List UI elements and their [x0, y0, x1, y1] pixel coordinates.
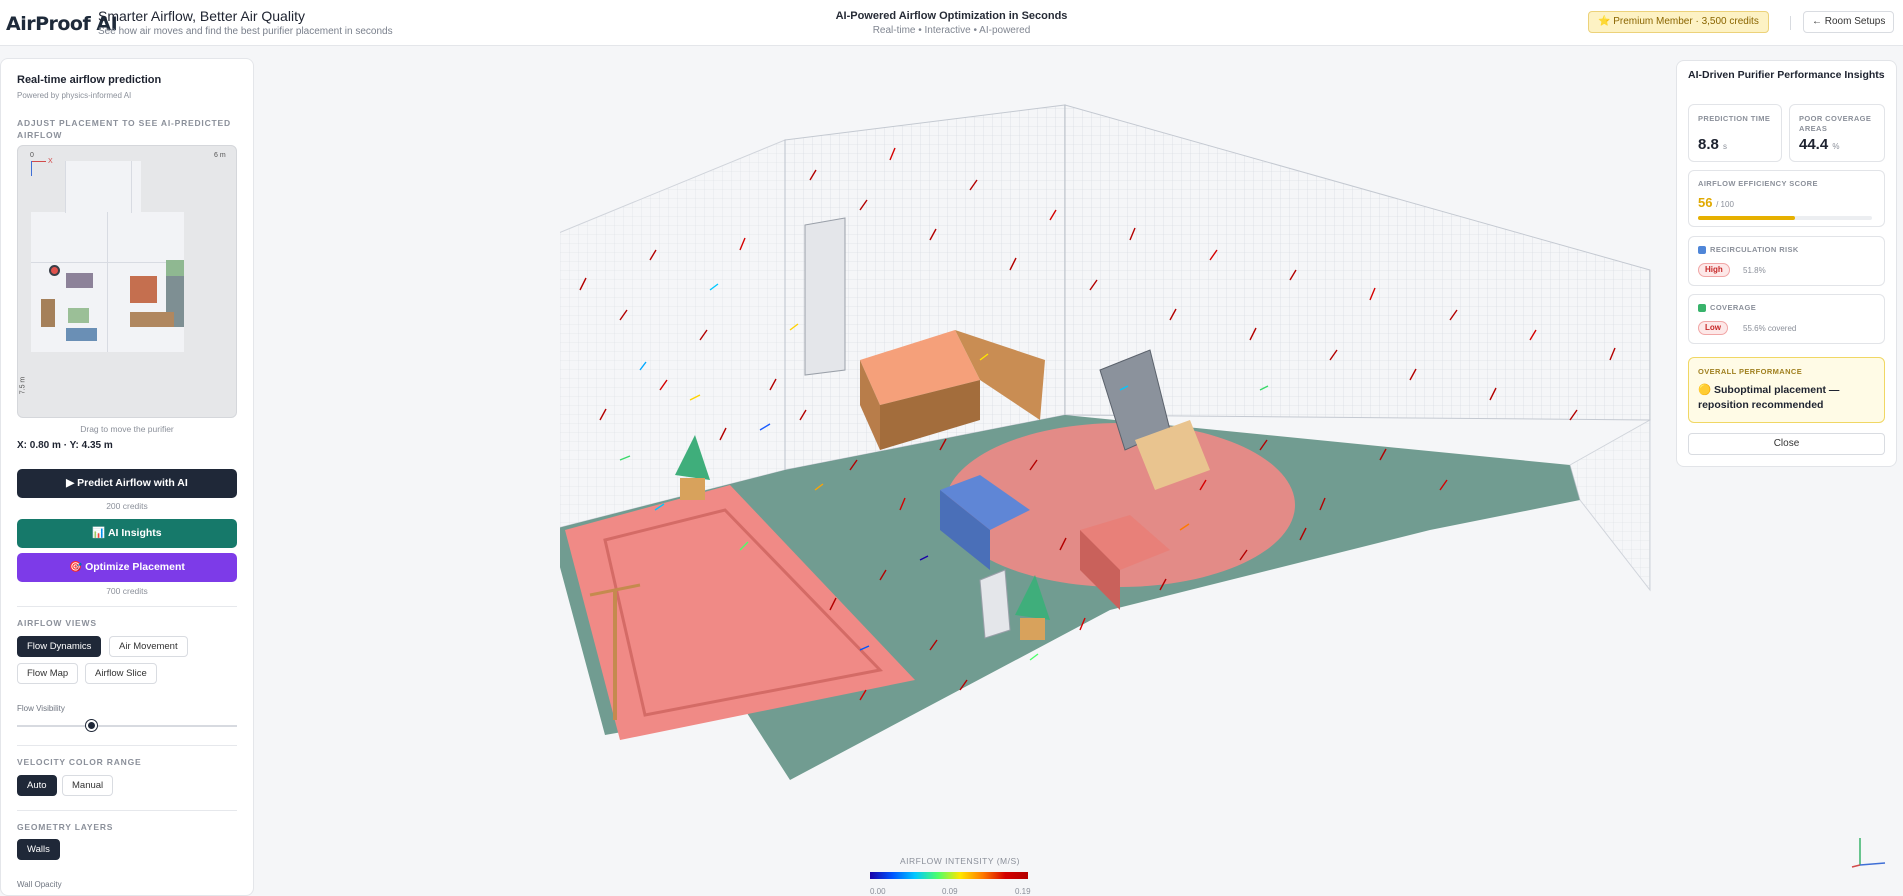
- floorplan-gridline: [131, 161, 132, 213]
- left-wall: [560, 139, 786, 528]
- recirculation-note: 51.8%: [1743, 266, 1766, 275]
- recirculation-icon: [1698, 246, 1706, 254]
- ai-insights-button[interactable]: 📊 AI Insights: [17, 519, 237, 548]
- coverage-card: [1688, 294, 1885, 344]
- header-divider: [1790, 16, 1791, 30]
- purifier-coordinates: X: 0.80 m · Y: 4.35 m: [17, 440, 113, 451]
- view-flow-dynamics[interactable]: Flow Dynamics: [17, 636, 102, 657]
- efficiency-score: 56 / 100: [1698, 195, 1734, 210]
- efficiency-label: AIRFLOW EFFICIENCY SCORE: [1698, 179, 1818, 188]
- floorplan-chair: [68, 308, 89, 323]
- floorplan-cabinet: [41, 299, 55, 327]
- placement-label: ADJUST PLACEMENT TO SEE AI-PREDICTED AIR…: [17, 118, 231, 140]
- optimize-placement-button[interactable]: 🎯 Optimize Placement: [17, 553, 237, 582]
- legend-tick-max: 0.19: [1015, 887, 1031, 896]
- view-flow-map[interactable]: Flow Map: [17, 663, 79, 684]
- floorplan-table: [130, 276, 157, 303]
- poor-coverage-value: 44.4 %: [1799, 136, 1840, 153]
- velocity-manual-option[interactable]: Manual: [62, 775, 114, 796]
- prediction-time-value: 8.8 s: [1698, 136, 1728, 153]
- legend-title: AIRFLOW INTENSITY (M/S): [900, 856, 1020, 866]
- fridge: [804, 217, 846, 376]
- view-air-movement[interactable]: Air Movement: [109, 636, 188, 657]
- premium-badge[interactable]: ⭐ Premium Member · 3,500 credits: [1588, 11, 1769, 33]
- floorplan-sofa: [66, 273, 93, 288]
- prediction-time-label: PREDICTION TIME: [1698, 114, 1771, 123]
- layer-walls[interactable]: Walls: [17, 839, 60, 860]
- airflow-3d-viewport[interactable]: [560, 90, 1690, 810]
- legend-color-bar: [870, 872, 1028, 879]
- prediction-time-card: [1688, 104, 1782, 162]
- floorplan-plant: [166, 260, 184, 276]
- floorplan-bench: [66, 328, 97, 341]
- coverage-note: 55.6% covered: [1743, 324, 1797, 333]
- room-setups-button[interactable]: ← Room Setups: [1803, 11, 1895, 33]
- floorplan-room-upper: [65, 161, 141, 213]
- overall-performance-text: 🟡 Suboptimal placement — reposition reco…: [1698, 384, 1840, 411]
- top-bar: AirProof AI Smarter Airflow, Better Air …: [0, 0, 1903, 46]
- purifier-marker[interactable]: [49, 265, 60, 276]
- coverage-icon: [1698, 304, 1706, 312]
- legend-tick-mid: 0.09: [942, 887, 958, 896]
- recirculation-badge: High: [1698, 263, 1730, 277]
- velocity-range-label: VELOCITY COLOR RANGE: [17, 757, 142, 767]
- right-wall: [1569, 419, 1651, 592]
- plant-pot-right: [1020, 618, 1045, 640]
- airflow-views-label: AIRFLOW VIEWS: [17, 618, 97, 628]
- floorplan-x-arrow: [31, 161, 46, 162]
- floorplan-minimap[interactable]: 0 X 6 m 7.5 m: [17, 145, 237, 418]
- divider: [17, 606, 237, 607]
- poor-coverage-label: POOR COVERAGE AREAS: [1799, 114, 1872, 133]
- floorplan-gridline: [107, 212, 108, 352]
- divider: [17, 745, 237, 746]
- axes-gizmo-icon[interactable]: [1850, 830, 1890, 870]
- plant-pot-left: [680, 478, 705, 500]
- close-insights-button[interactable]: Close: [1688, 433, 1885, 455]
- panel-title: Real-time airflow prediction: [17, 74, 162, 86]
- view-airflow-slice[interactable]: Airflow Slice: [85, 663, 157, 684]
- floorplan-origin: 0: [30, 152, 34, 159]
- coverage-badge: Low: [1698, 321, 1728, 335]
- geometry-layers-label: GEOMETRY LAYERS: [17, 822, 114, 832]
- panel-subtitle: Powered by physics-informed AI: [17, 91, 132, 100]
- insights-title: AI-Driven Purifier Performance Insights: [1688, 69, 1885, 81]
- optimize-credits: 700 credits: [106, 586, 148, 596]
- flow-visibility-slider[interactable]: [17, 725, 237, 727]
- efficiency-bar-fill: [1698, 216, 1795, 220]
- wall-opacity-label: Wall Opacity: [17, 880, 62, 889]
- recirculation-label: RECIRCULATION RISK: [1710, 245, 1799, 254]
- purifier-3d: [979, 569, 1011, 639]
- overall-performance-label: OVERALL PERFORMANCE: [1698, 367, 1803, 376]
- recirculation-card: [1688, 236, 1885, 286]
- floorplan-gridline: [65, 161, 66, 213]
- velocity-auto-option[interactable]: Auto: [17, 775, 57, 796]
- legend-tick-min: 0.00: [870, 887, 886, 896]
- drag-hint: Drag to move the purifier: [80, 424, 174, 434]
- floorplan-x-axis: X: [48, 158, 53, 165]
- floorplan-width: 6 m: [214, 152, 226, 159]
- floorplan-y-arrow: [31, 161, 32, 176]
- predict-credits: 200 credits: [106, 501, 148, 511]
- floorplan-depth: 7.5 m: [19, 376, 27, 395]
- predict-airflow-button[interactable]: ▶ Predict Airflow with AI: [17, 469, 237, 498]
- floorplan-desk: [130, 312, 174, 327]
- coverage-label: COVERAGE: [1710, 303, 1757, 312]
- flow-visibility-knob[interactable]: [86, 720, 97, 731]
- flow-visibility-label: Flow Visibility: [17, 704, 65, 713]
- divider: [17, 810, 237, 811]
